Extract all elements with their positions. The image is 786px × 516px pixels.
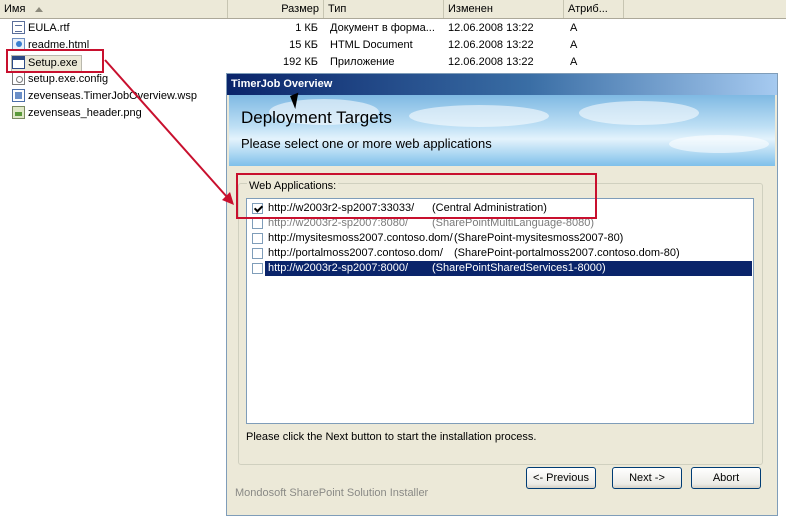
highlight-frame-setup	[6, 49, 104, 73]
header-banner: Deployment Targets Please select one or …	[229, 95, 775, 166]
checkbox[interactable]	[252, 233, 263, 244]
web-app-name: (SharePoint-mysitesmoss2007-80)	[454, 232, 624, 244]
web-app-name: (SharePoint-portalmoss2007.contoso.dom-8…	[454, 247, 680, 259]
file-row-eula[interactable]: EULA.rtf 1 КБ Документ в форма... 12.06.…	[0, 20, 786, 37]
file-modified: 12.06.2008 13:22	[448, 56, 534, 68]
window-title: TimerJob Overview	[227, 74, 777, 95]
column-header-modified[interactable]: Изменен	[444, 0, 564, 18]
banner-subtitle: Please select one or more web applicatio…	[241, 136, 492, 151]
column-header-name[interactable]: Имя	[0, 0, 228, 18]
sort-ascending-icon	[34, 6, 43, 12]
web-app-item[interactable]: http://portalmoss2007.contoso.dom/ (Share…	[249, 246, 752, 261]
file-name-cell: setup.exe.config	[12, 71, 109, 87]
next-button[interactable]: Next ->	[612, 467, 682, 489]
config-file-icon	[12, 71, 25, 85]
file-name: zevenseas_header.png	[28, 107, 142, 119]
installer-brand-text: Mondosoft SharePoint Solution Installer	[235, 487, 429, 499]
banner-title: Deployment Targets	[241, 108, 392, 127]
checkbox[interactable]	[252, 218, 263, 229]
file-row-header-png[interactable]: zevenseas_header.png	[0, 105, 226, 122]
abort-button[interactable]: Abort	[691, 467, 761, 489]
column-header-empty	[624, 0, 786, 18]
file-modified: 12.06.2008 13:22	[448, 39, 534, 51]
cloud-decoration	[409, 105, 549, 127]
column-header-size[interactable]: Размер	[228, 0, 324, 18]
file-size: 15 КБ	[289, 39, 318, 51]
file-attributes: A	[570, 39, 578, 51]
installer-window: TimerJob Overview Deployment Targets Ple…	[226, 73, 778, 516]
cloud-decoration	[669, 135, 769, 153]
cloud-decoration	[579, 101, 699, 125]
web-app-item-text: http://portalmoss2007.contoso.dom/ (Share…	[267, 246, 680, 261]
file-name-cell: zevenseas_header.png	[12, 105, 142, 121]
web-app-url: http://mysitesmoss2007.contoso.dom/	[268, 232, 453, 244]
file-size: 192 КБ	[282, 56, 318, 68]
file-name-cell: EULA.rtf	[12, 20, 70, 36]
instruction-text: Please click the Next button to start th…	[246, 431, 537, 443]
column-header-type[interactable]: Тип	[324, 0, 444, 18]
file-name: setup.exe.config	[28, 73, 109, 85]
file-name: zevenseas.TimerJobOverview.wsp	[28, 90, 197, 102]
file-type: HTML Document	[330, 39, 413, 51]
file-type: Документ в форма...	[330, 22, 435, 34]
file-name-cell: zevenseas.TimerJobOverview.wsp	[12, 88, 197, 104]
png-file-icon	[12, 105, 25, 119]
file-row-readme[interactable]: readme.html 15 КБ HTML Document 12.06.20…	[0, 37, 786, 54]
checkbox[interactable]	[252, 248, 263, 259]
file-type: Приложение	[330, 56, 395, 68]
file-size: 1 КБ	[295, 22, 318, 34]
wsp-file-icon	[12, 88, 25, 102]
file-row-setup-config[interactable]: setup.exe.config	[0, 71, 226, 88]
file-name: EULA.rtf	[28, 22, 70, 34]
checkbox[interactable]	[252, 263, 263, 274]
file-attributes: A	[570, 56, 578, 68]
web-applications-listbox[interactable]: http://w2003r2-sp2007:33033/(Central Adm…	[246, 198, 754, 424]
web-app-item-text: http://w2003r2-sp2007:8000/ (SharePointSh…	[265, 261, 752, 276]
highlight-frame-web-apps	[236, 173, 597, 219]
web-app-url: http://w2003r2-sp2007:8000/	[268, 262, 409, 274]
column-header-name-label: Имя	[4, 3, 26, 15]
column-header-attributes[interactable]: Атриб...	[564, 0, 624, 18]
file-row-setup-exe[interactable]: Setup.exe 192 КБ Приложение 12.06.2008 1…	[0, 54, 786, 72]
rtf-file-icon	[12, 20, 25, 34]
web-app-url: http://portalmoss2007.contoso.dom/	[268, 247, 443, 259]
file-list-header: Имя Размер Тип Изменен Атриб...	[0, 0, 786, 19]
file-row-wsp[interactable]: zevenseas.TimerJobOverview.wsp	[0, 88, 226, 105]
previous-button[interactable]: <- Previous	[526, 467, 596, 489]
web-app-name: (SharePointSharedServices1-8000)	[432, 262, 606, 274]
web-app-item[interactable]: http://mysitesmoss2007.contoso.dom/(Shar…	[249, 231, 752, 246]
web-app-item-selected[interactable]: http://w2003r2-sp2007:8000/ (SharePointSh…	[249, 261, 752, 276]
web-app-item-text: http://mysitesmoss2007.contoso.dom/(Shar…	[267, 231, 623, 246]
file-attributes: A	[570, 22, 578, 34]
file-modified: 12.06.2008 13:22	[448, 22, 534, 34]
